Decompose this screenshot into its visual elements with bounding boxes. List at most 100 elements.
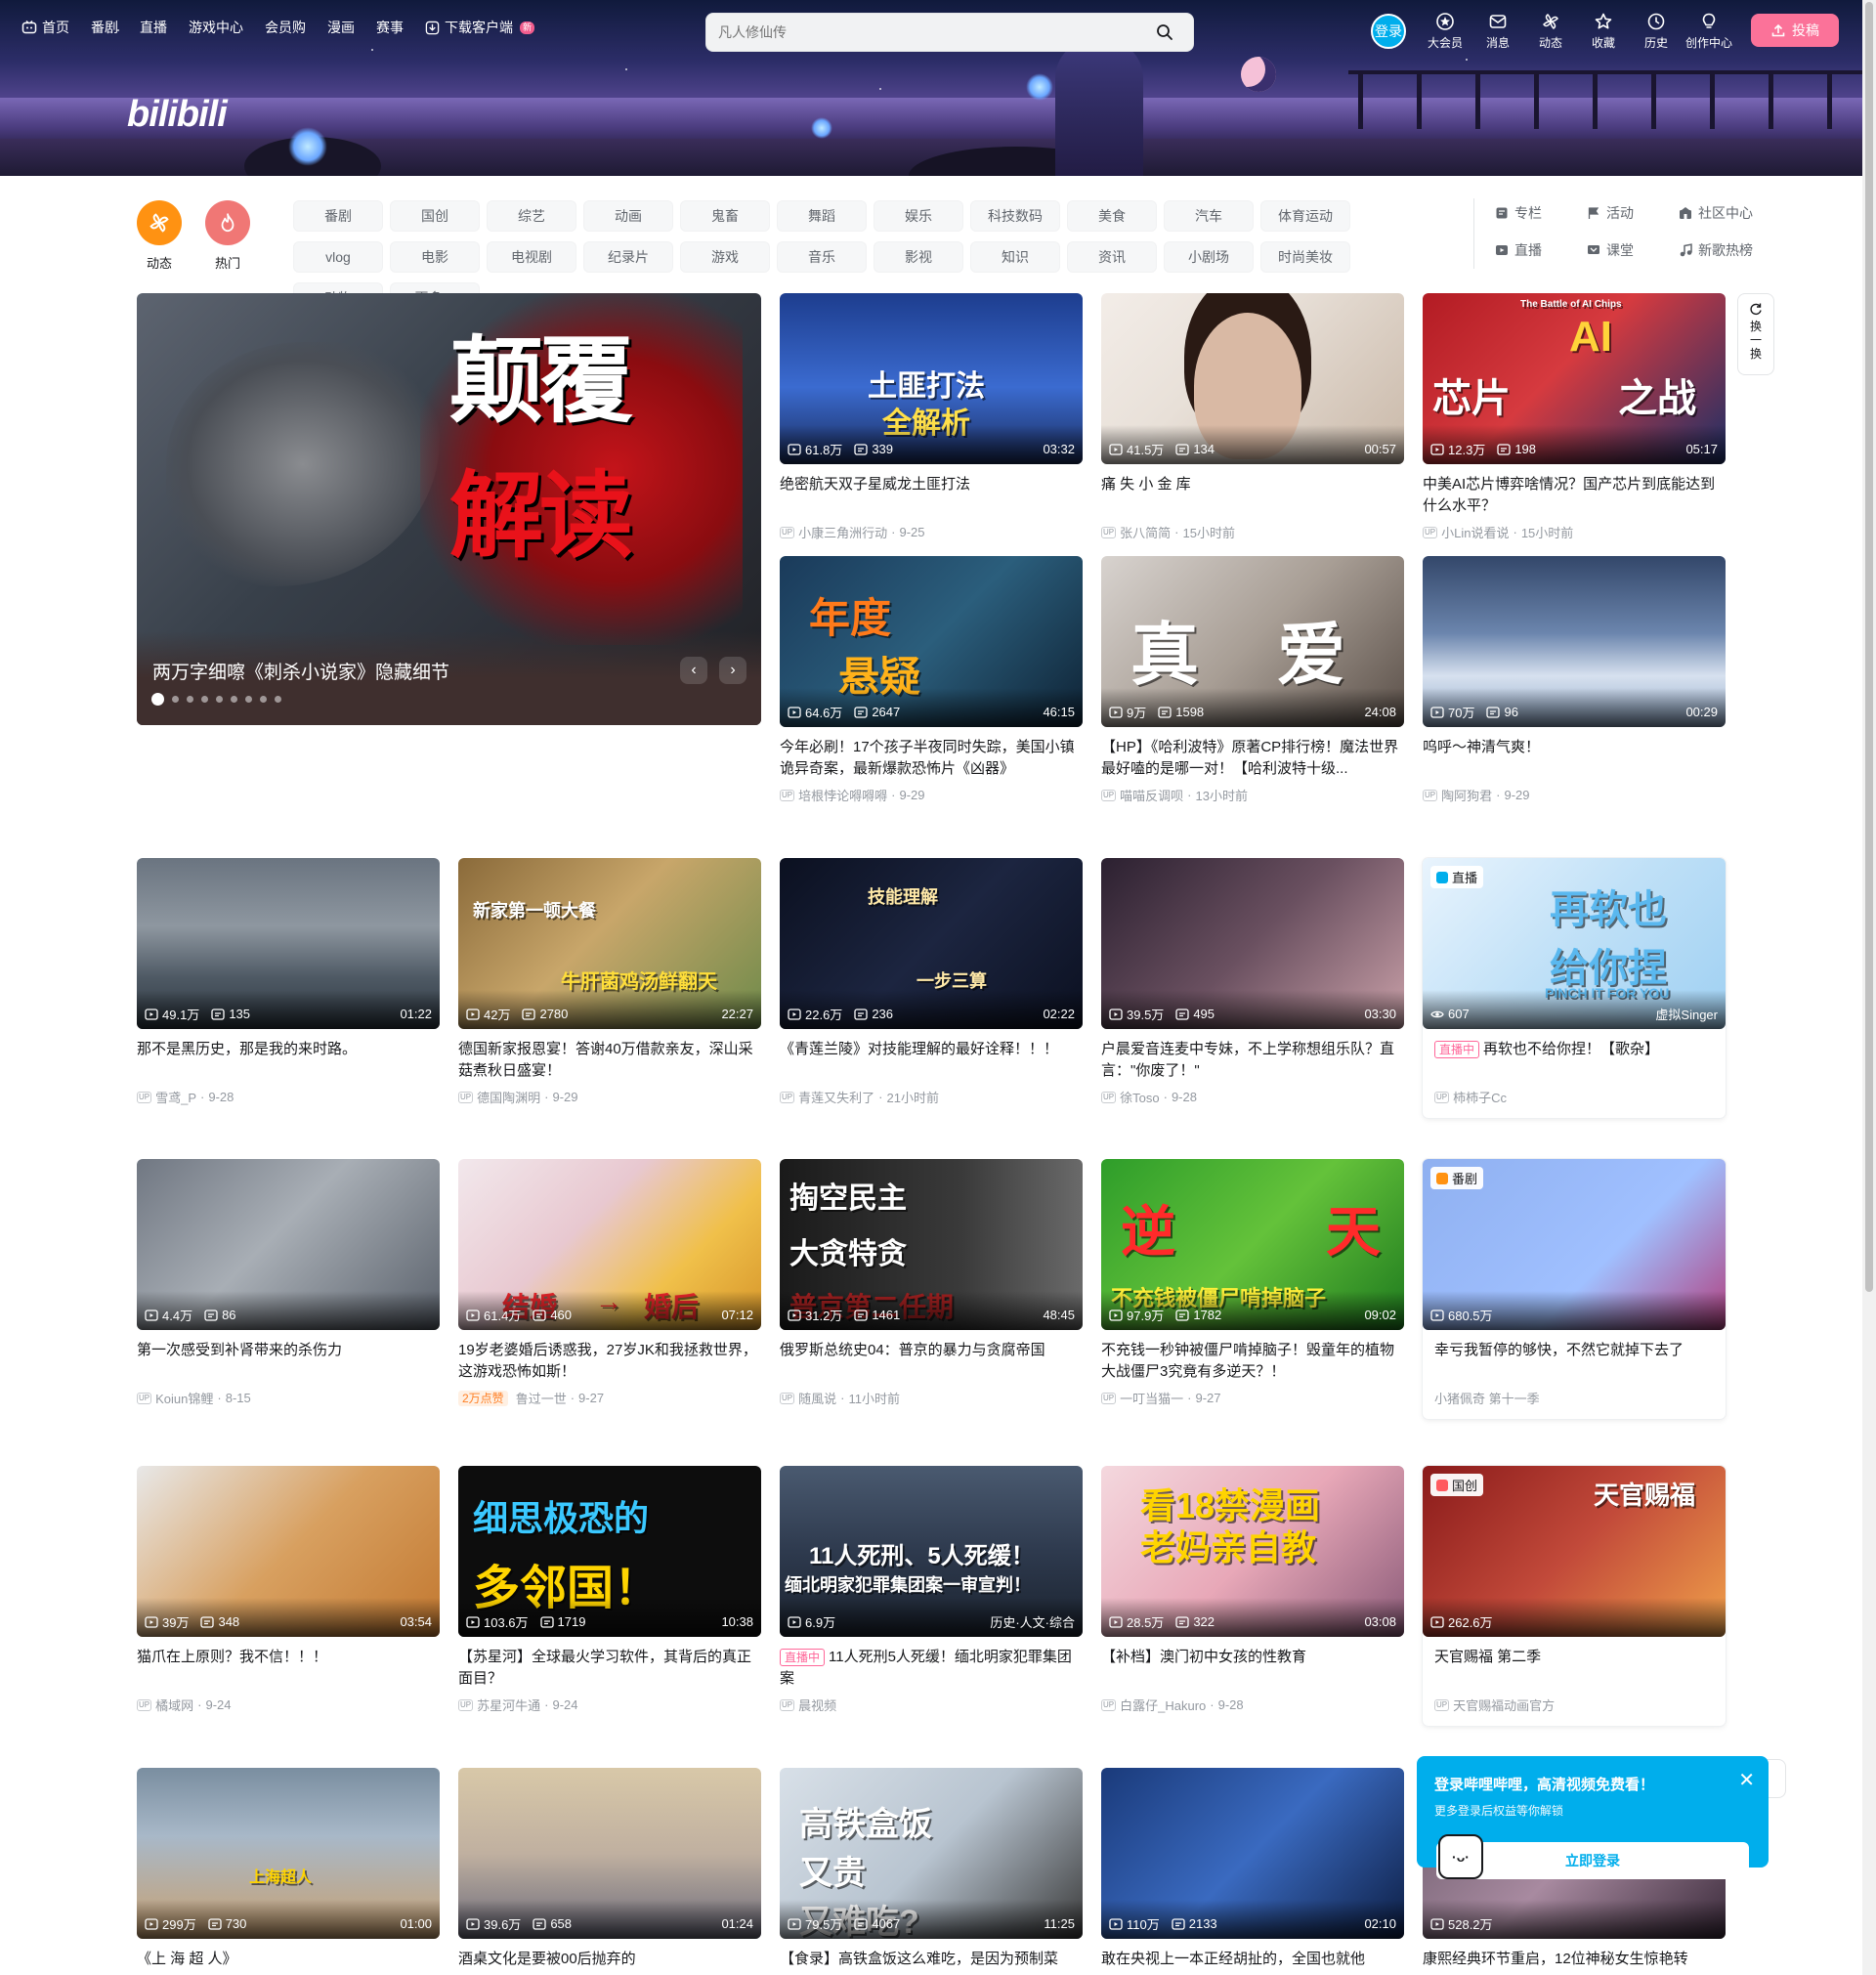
carousel-title[interactable]: 两万字细嚓《刺杀小说家》隐藏细节 <box>152 658 449 684</box>
video-thumbnail[interactable]: 39.5万 495 03:30 <box>1101 858 1404 1029</box>
author-name[interactable]: 小Lin说看说 <box>1441 523 1509 541</box>
video-thumbnail[interactable]: 39万 348 03:54 <box>137 1466 440 1637</box>
channel-dynamic[interactable]: 动态 <box>137 200 182 272</box>
channel-tag[interactable]: 体育运动 <box>1260 200 1350 232</box>
video-card[interactable]: 结婚→婚后61.4万46007:1219岁老婆婚后诱惑我，27岁JK和我拯救世界… <box>458 1159 761 1407</box>
channel-tag[interactable]: 综艺 <box>487 200 576 232</box>
channel-tag[interactable]: 小剧场 <box>1164 241 1254 273</box>
channel-tag[interactable]: 番剧 <box>293 200 383 232</box>
shortcut-community[interactable]: 社区中心 <box>1679 203 1757 223</box>
carousel-dot[interactable] <box>260 696 267 703</box>
author-name[interactable]: 柿柿子Cc <box>1453 1088 1507 1106</box>
login-avatar[interactable]: 登录 <box>1371 14 1406 49</box>
video-title[interactable]: 直播中 11人死刑5人死缓！缅北明家犯罪集团案 <box>780 1647 1083 1690</box>
video-title[interactable]: 痛 失 小 金 库 <box>1101 474 1404 517</box>
video-title[interactable]: 户晨爱音连麦中专妹，不上学称想组乐队？直言："你废了！" <box>1101 1039 1404 1082</box>
video-thumbnail[interactable]: 70万 96 00:29 <box>1423 556 1726 727</box>
video-title[interactable]: 猫爪在上原则？我不信！！！ <box>137 1647 440 1690</box>
carousel-next-button[interactable]: › <box>719 657 746 684</box>
video-title[interactable]: 敢在央视上一本正经胡扯的，全国也就他 <box>1101 1949 1404 1975</box>
video-card[interactable]: 上海超人 299万 730 01:00 《上 海 超 人》 <box>137 1768 440 1975</box>
video-card[interactable]: 110万 2133 02:10 敢在央视上一本正经胡扯的，全国也就他 <box>1101 1768 1404 1975</box>
video-title[interactable]: 绝密航天双子星威龙土匪打法 <box>780 474 1083 517</box>
video-thumbnail[interactable]: 110万 2133 02:10 <box>1101 1768 1404 1939</box>
video-card[interactable]: 番剧 680.5万 幸亏我暂停的够快，不然它就掉下去了 小猪佩奇 第十一季 <box>1423 1159 1726 1419</box>
author-name[interactable]: 苏星河牛通 <box>477 1696 540 1714</box>
carousel-dot[interactable] <box>275 696 281 703</box>
shortcut-classroom[interactable]: 课堂 <box>1587 240 1665 260</box>
video-thumbnail[interactable]: 上海超人 299万 730 01:00 <box>137 1768 440 1939</box>
video-title[interactable]: 康熙经典环节重启，12位神秘女生惊艳转 <box>1423 1949 1726 1975</box>
video-thumbnail[interactable]: 高铁盒饭又贵又难吃?79.5万406711:25 <box>780 1768 1083 1939</box>
channel-tag[interactable]: 游戏 <box>680 241 770 273</box>
hero-carousel[interactable]: 颠覆 解读 两万字细嚓《刺杀小说家》隐藏细节 ‹ › <box>137 293 761 725</box>
video-thumbnail[interactable]: 4.4万 86 <box>137 1159 440 1330</box>
video-card[interactable]: 41.5万 134 00:57 痛 失 小 金 库 UP 张八简简 · 15小时前 <box>1101 293 1404 541</box>
nav-history[interactable]: 历史 <box>1630 12 1683 51</box>
video-title[interactable]: 中美AI芯片博弈啥情况？国产芯片到底能达到什么水平？ <box>1423 474 1726 517</box>
video-card[interactable]: 高铁盒饭又贵又难吃?79.5万406711:25【食录】高铁盒饭这么难吃，是因为… <box>780 1768 1083 1975</box>
video-card[interactable]: 再软也给你捏PINCH IT FOR YOU直播607虚拟Singer直播中再软… <box>1423 858 1726 1118</box>
nav-dynamic[interactable]: 动态 <box>1524 12 1577 51</box>
video-title[interactable]: 酒桌文化是要被00后抛弃的 <box>458 1949 761 1975</box>
nav-messages[interactable]: 消息 <box>1471 12 1524 51</box>
channel-tag[interactable]: 科技数码 <box>970 200 1060 232</box>
video-title[interactable]: 《上 海 超 人》 <box>137 1949 440 1975</box>
channel-tag[interactable]: 鬼畜 <box>680 200 770 232</box>
channel-tag[interactable]: 音乐 <box>777 241 867 273</box>
video-card[interactable]: 39.5万 495 03:30 户晨爱音连麦中专妹，不上学称想组乐队？直言："你废了！… <box>1101 858 1404 1106</box>
video-title[interactable]: 幸亏我暂停的够快，不然它就掉下去了 <box>1423 1340 1726 1383</box>
video-card[interactable]: 39万 348 03:54 猫爪在上原则？我不信！！！ UP 橘域网 · 9-24 <box>137 1466 440 1714</box>
video-thumbnail[interactable]: 技能理解 一步三算 22.6万 236 02:22 <box>780 858 1083 1029</box>
nav-vip[interactable]: 大会员 <box>1419 12 1471 51</box>
channel-tag[interactable]: 美食 <box>1067 200 1157 232</box>
video-title[interactable]: 不充钱一秒钟被僵尸啃掉脑子！毁童年的植物大战僵尸3究竟有多逆天？！ <box>1101 1340 1404 1383</box>
author-name[interactable]: 一叮当猫一 <box>1120 1389 1183 1407</box>
nav-download-client[interactable]: 下载客户端新 <box>425 18 535 37</box>
channel-tag[interactable]: 知识 <box>970 241 1060 273</box>
video-title[interactable]: 直播中 再软也不给你捏！【歌杂】 <box>1423 1039 1726 1082</box>
video-card[interactable]: 11人死刑、5人死缓！ 缅北明家犯罪集团案一审宣判！ 6.9万 历史·人文·综合 直播中… <box>780 1466 1083 1714</box>
author-name[interactable]: 德国陶渊明 <box>477 1088 540 1106</box>
author-name[interactable]: 鲁过一世 <box>516 1389 567 1407</box>
channel-tag[interactable]: 汽车 <box>1164 200 1254 232</box>
video-card[interactable]: 4.4万 86 第一次感受到补肾带来的杀伤力 UP Koiun锦鲤 · 8-15 <box>137 1159 440 1407</box>
author-name[interactable]: Koiun锦鲤 <box>155 1389 213 1407</box>
shortcut-column[interactable]: 专栏 <box>1495 203 1573 223</box>
video-card[interactable]: 70万 96 00:29 呜呼～神清气爽！ UP 陶阿狗君 · 9-29 <box>1423 556 1726 804</box>
channel-tag[interactable]: 时尚美妆 <box>1260 241 1350 273</box>
author-name[interactable]: 徐Toso <box>1120 1088 1159 1106</box>
video-title[interactable]: 今年必刷！17个孩子半夜同时失踪，美国小镇诡异奇案，最新爆款恐怖片《凶器》 <box>780 737 1083 780</box>
video-card[interactable]: 看18禁漫画 老妈亲自教 28.5万 322 03:08 【补档】澳门初中女孩的性教育 UP… <box>1101 1466 1404 1714</box>
channel-tag[interactable]: 影视 <box>874 241 963 273</box>
author-name[interactable]: 培根悖论嘚嘚嘚 <box>798 786 887 804</box>
shortcut-activity[interactable]: 活动 <box>1587 203 1665 223</box>
video-title[interactable]: 第一次感受到补肾带来的杀伤力 <box>137 1340 440 1383</box>
video-thumbnail[interactable]: 土匪打法 全解析 61.8万 339 03:32 <box>780 293 1083 464</box>
channel-tag[interactable]: 国创 <box>390 200 480 232</box>
author-name[interactable]: 随風说 <box>798 1389 836 1407</box>
nav-manga[interactable]: 漫画 <box>327 18 355 37</box>
author-name[interactable]: 张八简简 <box>1120 523 1171 541</box>
carousel-dot[interactable] <box>201 696 208 703</box>
search-button[interactable] <box>1148 17 1181 48</box>
carousel-dot[interactable] <box>231 696 237 703</box>
video-card[interactable]: 真 爱 9万 1598 24:08 【HP】《哈利波特》原著CP排行榜！魔法世界最好嗑的是… <box>1101 556 1404 804</box>
video-thumbnail[interactable]: 细思极恐的 多邻国！ 103.6万 1719 10:38 <box>458 1466 761 1637</box>
nav-mall[interactable]: 会员购 <box>265 18 306 37</box>
shortcut-music-chart[interactable]: 新歌热榜 <box>1679 240 1757 260</box>
nav-game-center[interactable]: 游戏中心 <box>189 18 243 37</box>
login-now-button[interactable]: 立即登录 <box>1436 1842 1749 1879</box>
close-icon[interactable]: ✕ <box>1738 1768 1755 1792</box>
nav-creator-center[interactable]: 创作中心 <box>1683 12 1735 51</box>
video-thumbnail[interactable]: AI 芯片 之战 The Battle of AI Chips 12.3万 198 05:1… <box>1423 293 1726 464</box>
video-thumbnail[interactable]: 新家第一顿大餐 牛肝菌鸡汤鲜翻天 42万 2780 22:27 <box>458 858 761 1029</box>
channel-hot[interactable]: 热门 <box>205 200 250 272</box>
video-title[interactable]: 德国新家报恩宴！答谢40万借款亲友，深山采菇煮秋日盛宴！ <box>458 1039 761 1082</box>
video-card[interactable]: 掏空民主大贪特贪普京第二任期31.2万146148:45俄罗斯总统史04：普京的… <box>780 1159 1083 1407</box>
channel-tag[interactable]: 舞蹈 <box>777 200 867 232</box>
video-card[interactable]: 49.1万 135 01:22 那不是黑历史，那是我的来时路。 UP 雪鸢_P · 9-28 <box>137 858 440 1106</box>
video-card[interactable]: 年度 悬疑 64.6万 2647 46:15 今年必刷！17个孩子半夜同时失踪，美国小镇诡… <box>780 556 1083 804</box>
author-name[interactable]: 小猪佩奇 第十一季 <box>1434 1389 1540 1407</box>
search-input[interactable] <box>718 24 1148 40</box>
